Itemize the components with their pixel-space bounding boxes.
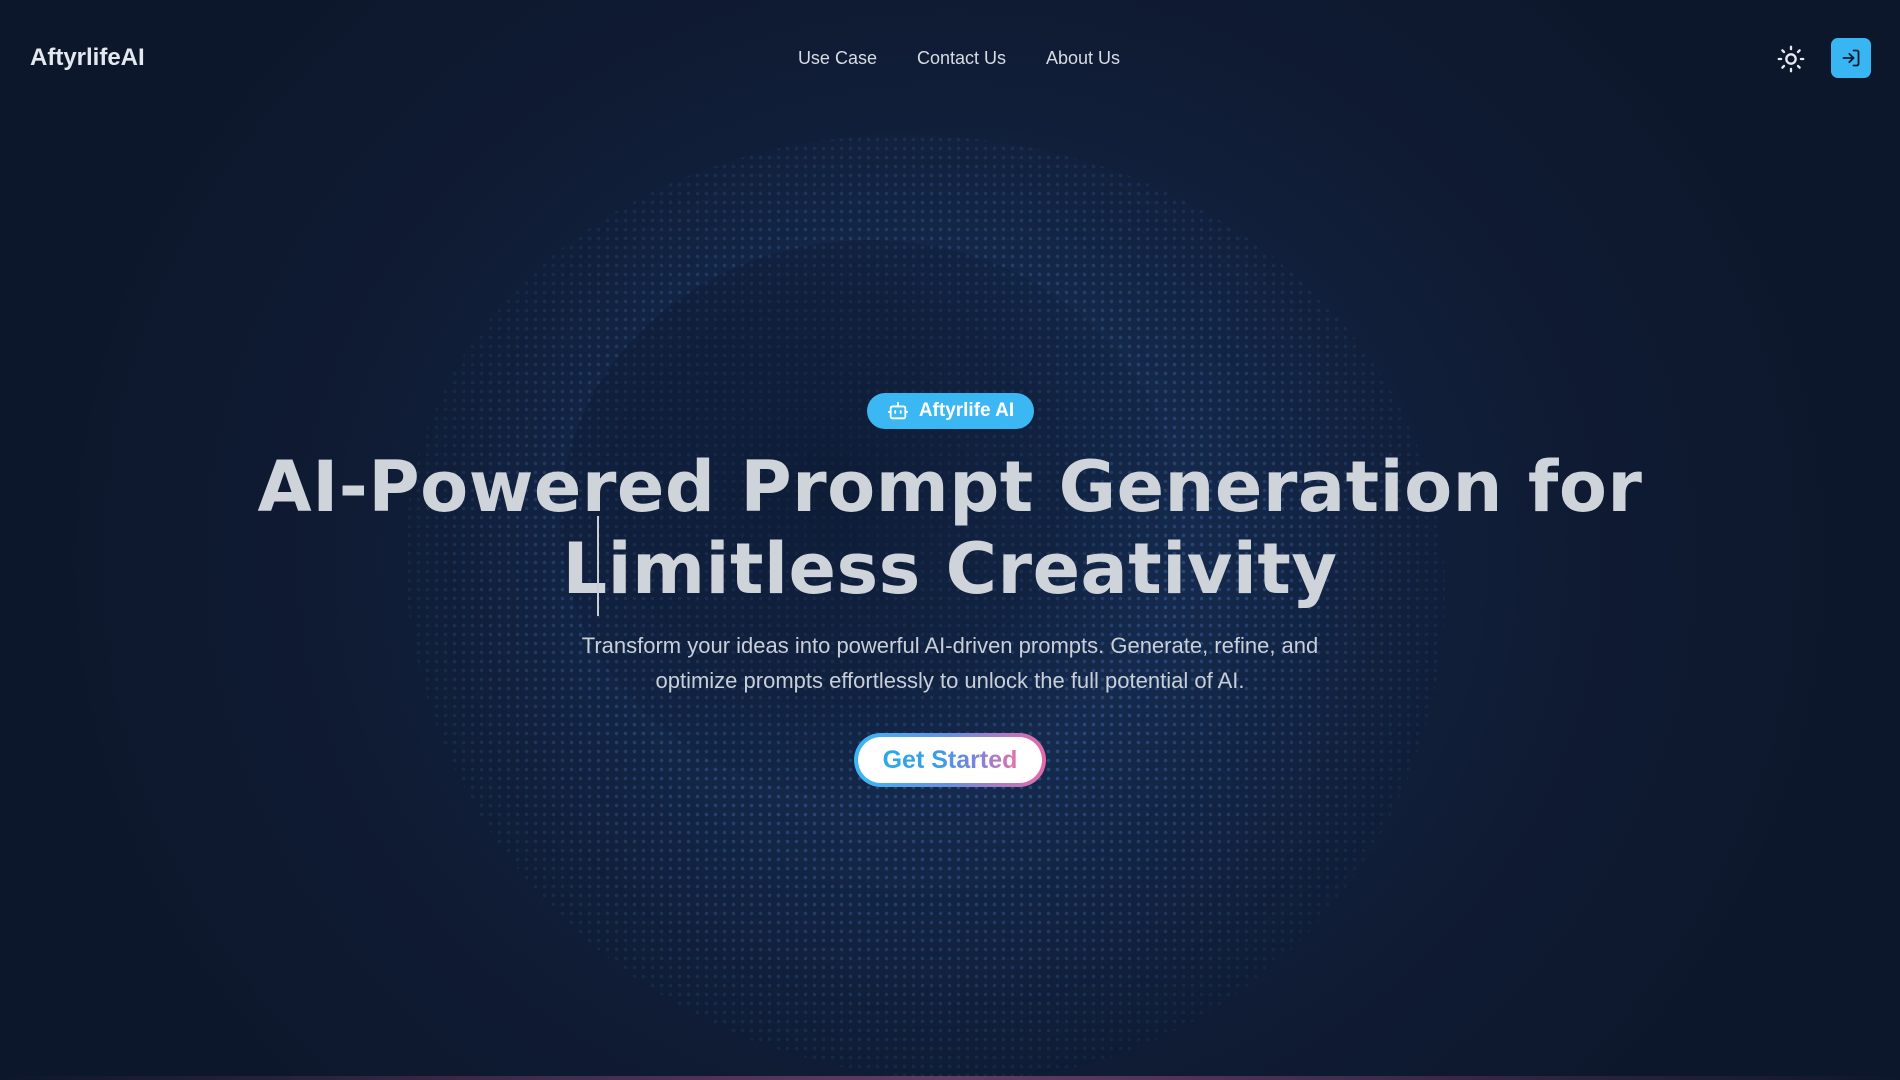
hero-headline-line-1: AI-Powered Prompt Generation for [257, 446, 1643, 528]
hero-badge: Aftyrlife AI [867, 393, 1034, 429]
hero-subtitle: Transform your ideas into powerful AI-dr… [560, 628, 1340, 698]
get-started-button-inner: Get Started [858, 737, 1042, 783]
hero-headline: AI-Powered Prompt Generation for Limitle… [0, 446, 1900, 610]
robot-icon [887, 401, 908, 420]
page: AftyrlifeAI Use Case Contact Us About Us [0, 0, 1900, 1080]
get-started-label: Get Started [882, 745, 1018, 774]
hero-subtitle-line-1: Transform your ideas into powerful AI-dr… [581, 633, 1319, 658]
hero-subtitle-line-2: optimize prompts effortlessly to unlock … [655, 668, 1245, 693]
bottom-divider [0, 1076, 1900, 1080]
hero-badge-label: Aftyrlife AI [918, 400, 1015, 421]
hero-section: Aftyrlife AI AI-Powered Prompt Generatio… [0, 0, 1900, 1080]
text-cursor [597, 516, 599, 616]
get-started-button[interactable]: Get Started [854, 733, 1046, 787]
hero-headline-line-2: Limitless Creativity [562, 528, 1338, 610]
